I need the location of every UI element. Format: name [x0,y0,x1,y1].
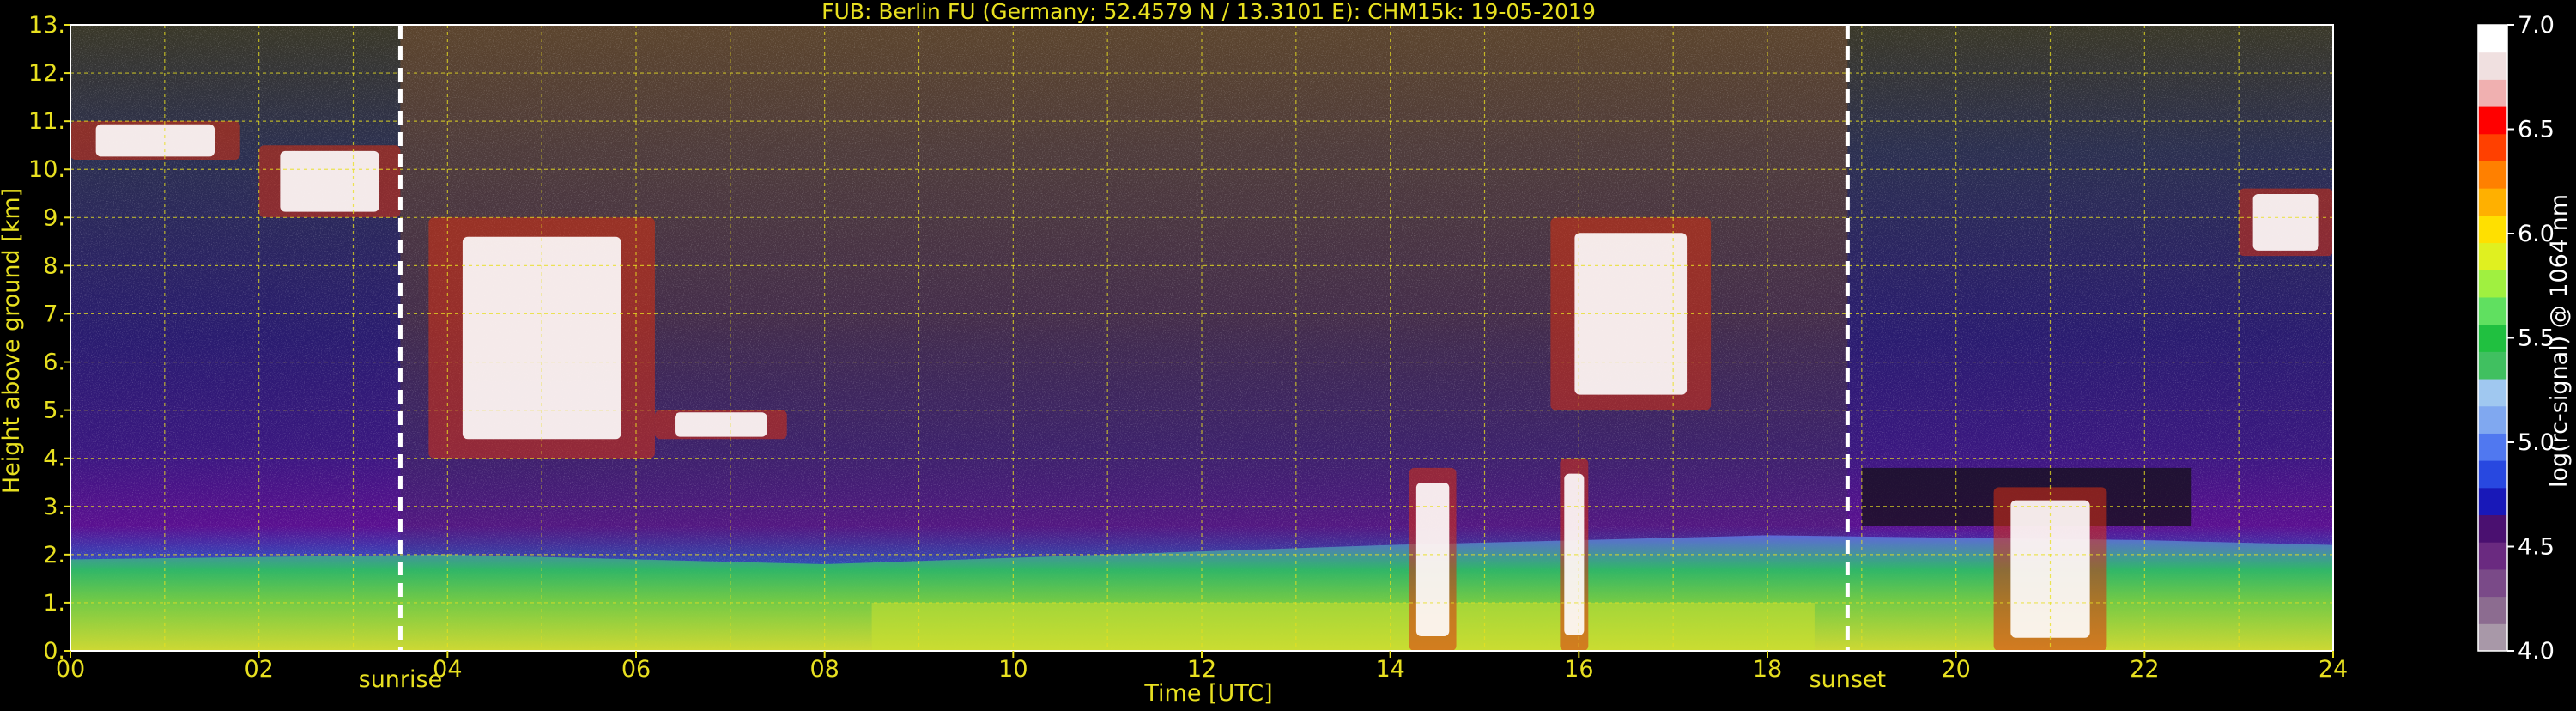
y-tick-label: 13. [28,12,65,39]
colorbar-segment [2478,568,2507,598]
colorbar-segment [2478,161,2507,189]
colorbar-segment [2478,79,2507,107]
colorbar-segment [2478,188,2507,216]
cirrus-cloud [654,410,787,440]
colorbar-tick-label: 4.0 [2518,638,2555,665]
colorbar-segment [2478,460,2507,489]
colorbar-segment [2478,296,2507,325]
colorbar-segment [2478,379,2507,407]
colorbar-label: log(rc-signal) @ 1064 nm [2546,194,2573,488]
x-tick-label: 04 [433,656,462,683]
colorbar-segment [2478,242,2507,270]
cirrus-cloud [2239,188,2333,257]
cirrus-cloud-core [95,124,215,157]
colorbar-segment [2478,542,2507,570]
y-tick-label: 6. [43,349,65,376]
cirrus-cloud-core [675,412,767,437]
y-tick-label: 4. [43,446,65,472]
y-tick-label: 1. [43,590,65,617]
colorbar-segment [2478,514,2507,543]
colorbar-segment [2478,25,2507,53]
chart-svg: sunrise sunset 00 02 04 06 08 10 12 14 16 18 20 22 24… [0,0,2573,707]
y-tick-label: 7. [43,301,65,327]
y-axis-label: Height above ground [km] [0,188,25,494]
cirrus-cloud [258,145,401,218]
colorbar: 4.04.55.05.56.06.57.0 [2477,12,2555,665]
ceilometer-chart: sunrise sunset 00 02 04 06 08 10 12 14 16 18 20 22 24… [0,0,2576,708]
x-tick-label: 08 [809,656,839,683]
x-tick-label: 14 [1375,656,1404,683]
colorbar-segment [2478,270,2507,298]
x-tick-label: 18 [1753,656,1782,683]
colorbar-tick-label: 4.5 [2518,534,2555,561]
y-tick-label: 3. [43,494,65,520]
colorbar-segment [2478,324,2507,352]
colorbar-segment [2478,215,2507,244]
low-cloud-core [1415,482,1450,636]
x-tick-label: 24 [2318,656,2348,683]
x-tick-label: 12 [1187,656,1216,683]
cirrus-cloud-core [280,150,379,212]
cirrus-cloud [70,121,240,161]
colorbar-segment [2478,52,2507,80]
colorbar-segment [2478,351,2507,380]
colorbar-segment [2478,487,2507,516]
x-axis-label: Time [UTC] [1143,680,1272,707]
y-tick-label: 9. [43,204,65,231]
y-tick-label: 0. [43,638,65,665]
y-tick-label: 12. [28,60,65,87]
colorbar-segment [2478,106,2507,135]
y-tick-label: 2. [43,542,65,568]
low-cloud [1409,467,1457,651]
x-tick-label: 16 [1564,656,1593,683]
x-tick-label: 10 [998,656,1027,683]
colorbar-segment [2478,623,2507,652]
colorbar-segment [2478,405,2507,434]
colorbar-tick-label: 7.0 [2518,12,2555,39]
colorbar-segment [2478,133,2507,161]
sunrise-label: sunrise [359,666,443,693]
chart-title: FUB: Berlin FU (Germany; 52.4579 N / 13.… [821,0,1596,24]
x-tick-label: 22 [2130,656,2159,683]
x-tick-label: 06 [621,656,651,683]
sunset-label: sunset [1809,666,1887,693]
y-tick-label: 11. [28,108,65,135]
colorbar-segment [2478,433,2507,461]
x-tick-label: 20 [1941,656,1970,683]
colorbar-tick-label: 6.5 [2518,117,2555,143]
y-tick-label: 10. [28,156,65,183]
low-cloud-core [1564,473,1585,636]
y-tick-label: 8. [43,252,65,279]
x-tick-label: 02 [244,656,273,683]
y-tick-label: 5. [43,398,65,424]
cirrus-cloud-core [2252,193,2319,251]
colorbar-segment [2478,596,2507,624]
